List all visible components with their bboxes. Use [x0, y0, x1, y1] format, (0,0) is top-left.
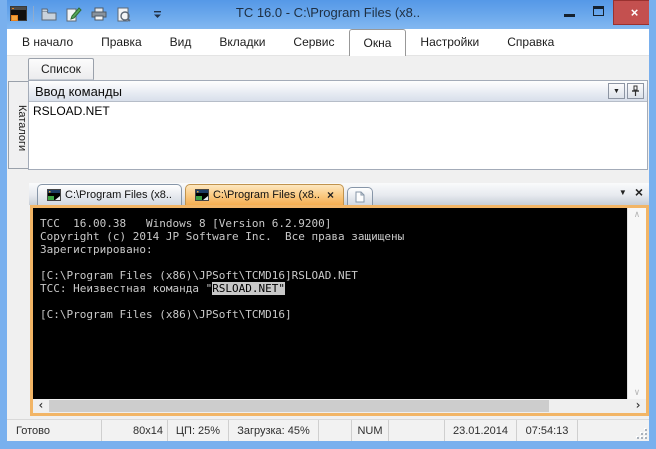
scroll-up-icon[interactable]: ∧ [628, 210, 646, 220]
menu-item-edit[interactable]: Правка [87, 29, 156, 55]
console-error-line: TCC: Неизвестная команда "RSLOAD.NET" [40, 282, 286, 295]
command-input[interactable]: RSLOAD.NET [29, 102, 647, 169]
tab-list[interactable]: Список [28, 58, 94, 80]
new-tab-button[interactable] [346, 187, 373, 205]
menu-item-help[interactable]: Справка [493, 29, 568, 55]
resize-grip[interactable] [635, 427, 647, 439]
scrollbar-thumb[interactable] [49, 400, 549, 412]
chevron-down-icon: ▼ [613, 87, 620, 95]
status-ready: Готово [7, 420, 102, 441]
console-tab-2-active[interactable]: C:\Program Files (x8.. × [184, 184, 344, 205]
status-numlock: NUM [352, 420, 389, 441]
command-panel-title: Ввод команды [35, 83, 122, 99]
take-command-window: TC 16.0 - C:\Program Files (x8.. × В нач… [0, 0, 656, 449]
menu-item-tabs[interactable]: Вкладки [205, 29, 279, 55]
status-bar: Готово 80x14 ЦП: 25% Загрузка: 45% NUM 2… [7, 419, 649, 441]
titlebar: TC 16.0 - C:\Program Files (x8.. × [7, 0, 649, 29]
status-date: 23.01.2014 [445, 420, 517, 441]
menu-item-view[interactable]: Вид [156, 29, 206, 55]
vertical-scrollbar[interactable]: ∧ ∨ [627, 208, 646, 399]
tab-list-dropdown-icon[interactable]: ▼ [619, 188, 627, 197]
menu-item-service[interactable]: Сервис [279, 29, 348, 55]
status-empty-cell [389, 420, 445, 441]
status-empty-cell [319, 420, 352, 441]
menu-item-settings[interactable]: Настройки [406, 29, 493, 55]
status-load: Загрузка: 45% [229, 420, 319, 441]
pane-close-icon[interactable]: × [635, 185, 643, 199]
menubar: В начало Правка Вид Вкладки Сервис Окна … [7, 29, 649, 56]
scroll-down-icon[interactable]: ∨ [628, 388, 646, 398]
pin-icon [632, 85, 639, 96]
list-tab-row: Список [7, 56, 649, 80]
console-output[interactable]: TCC 16.00.38 Windows 8 [Version 6.2.9200… [33, 208, 646, 413]
console-text: TCC 16.00.38 Windows 8 [Version 6.2.9200… [33, 208, 646, 321]
console-icon [194, 189, 209, 201]
new-page-icon [355, 191, 365, 202]
status-time: 07:54:13 [517, 420, 578, 441]
command-dropdown-button[interactable]: ▼ [608, 83, 625, 99]
close-icon: × [630, 5, 639, 20]
console-tab-label: C:\Program Files (x8.. [65, 189, 172, 201]
close-button[interactable]: × [613, 0, 649, 25]
maximize-icon [593, 6, 604, 16]
console-tab-1[interactable]: C:\Program Files (x8.. [37, 184, 182, 205]
selected-text: RSLOAD.NET" [212, 282, 286, 295]
console-frame: TCC 16.00.38 Windows 8 [Version 6.2.9200… [30, 205, 649, 416]
console-tab-label: C:\Program Files (x8.. [212, 189, 320, 201]
console-line: [C:\Program Files (x86)\JPSoft\TCMD16]RS… [40, 269, 358, 282]
console-tabstrip: C:\Program Files (x8.. C:\Program Files … [29, 183, 649, 205]
status-filler [578, 420, 649, 441]
tab-folders-vertical[interactable]: Каталоги [8, 81, 29, 169]
command-panel: Ввод команды ▼ RSLOAD.NET [28, 80, 648, 170]
pin-button[interactable] [627, 83, 644, 99]
status-console-size: 80x14 [102, 420, 168, 441]
tabstrip-buttons: ▼ × [619, 185, 643, 199]
horizontal-scrollbar[interactable]: ‹ › [33, 399, 646, 413]
command-panel-header: Ввод команды ▼ [29, 81, 647, 102]
scroll-right-icon[interactable]: › [630, 399, 646, 413]
window-controls: × [554, 0, 649, 25]
maximize-button[interactable] [584, 0, 613, 22]
window-body: Список Каталоги Ввод команды ▼ RSLOAD.NE… [7, 56, 649, 419]
minimize-button[interactable] [554, 0, 584, 22]
menu-item-windows[interactable]: Окна [348, 29, 407, 56]
command-panel-buttons: ▼ [608, 83, 644, 99]
tab-close-icon[interactable]: × [327, 189, 334, 201]
console-line: Copyright (c) 2014 JP Software Inc. Все … [40, 230, 405, 243]
menu-item-home[interactable]: В начало [8, 29, 87, 55]
console-line: TCC 16.00.38 Windows 8 [Version 6.2.9200… [40, 217, 332, 230]
scroll-left-icon[interactable]: ‹ [33, 399, 49, 413]
status-cpu: ЦП: 25% [168, 420, 229, 441]
console-line: Зарегистрировано: [40, 243, 153, 256]
minimize-icon [563, 13, 575, 17]
console-icon [47, 189, 61, 201]
console-prompt-line: [C:\Program Files (x86)\JPSoft\TCMD16] [40, 308, 292, 321]
